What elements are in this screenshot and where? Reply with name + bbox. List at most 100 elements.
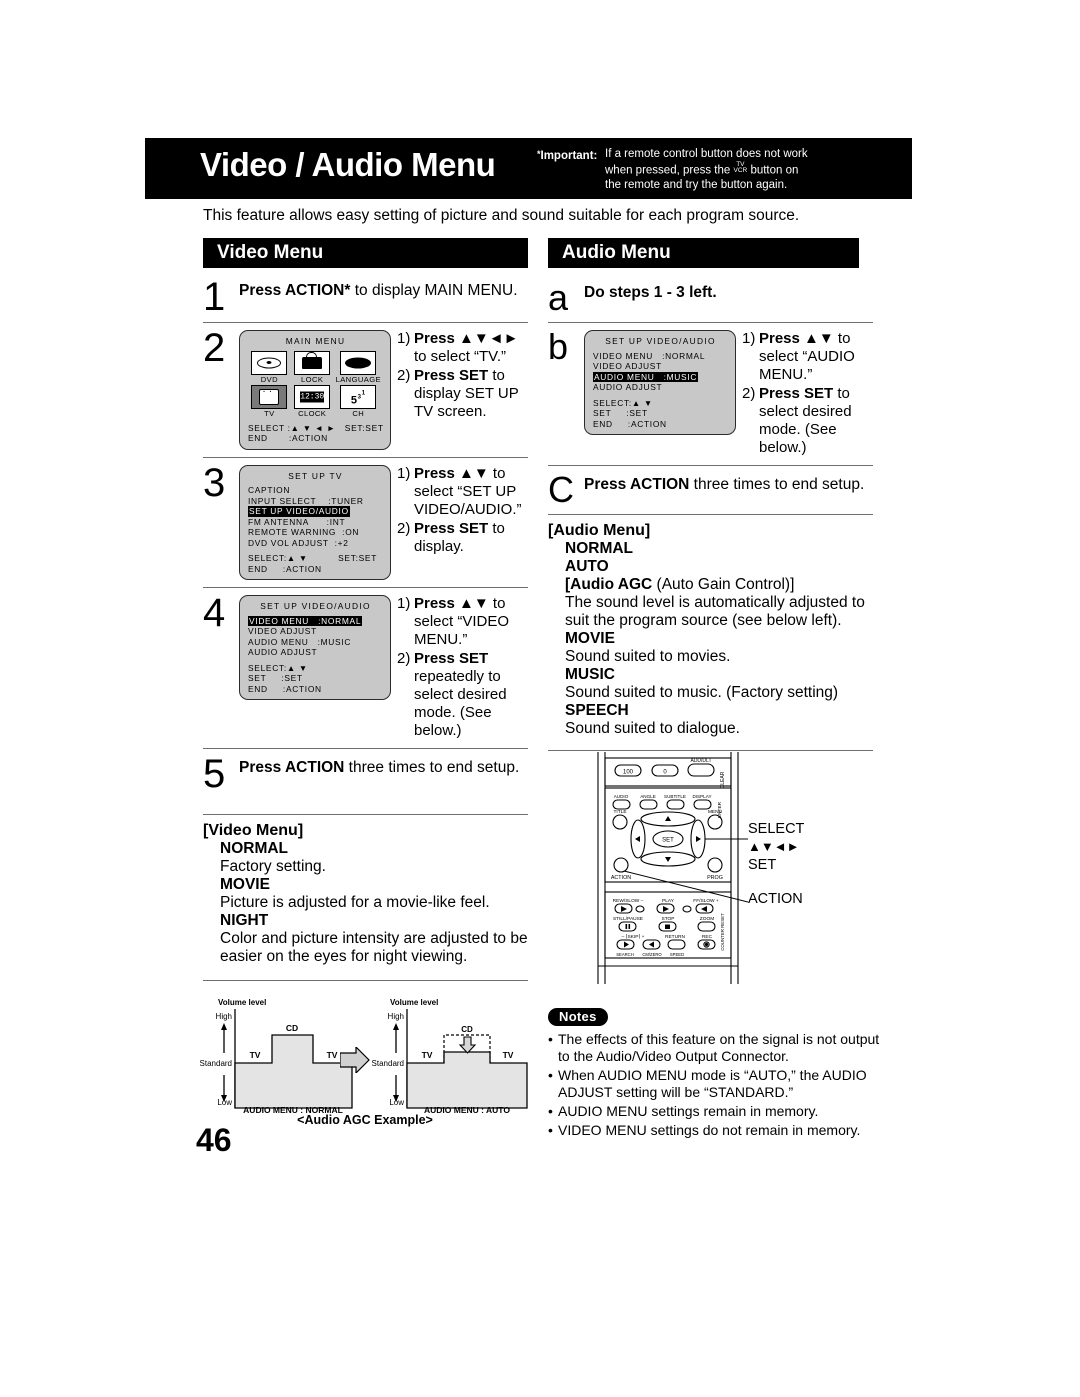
language-icon — [345, 357, 372, 368]
screen-footer-3: END :ACTION — [248, 683, 322, 694]
agc-chart-normal: Volume level High Standard Low TV CD TV … — [200, 995, 355, 1118]
tv-icon — [259, 387, 280, 405]
bullet-icon: • — [548, 1122, 553, 1138]
btn-subtitle[interactable] — [666, 799, 685, 810]
mode-name: NIGHT — [220, 912, 269, 929]
menu-item-ch[interactable]: 531 CH — [336, 384, 381, 418]
lock-icon — [302, 351, 323, 369]
btn-display[interactable] — [693, 799, 712, 810]
btn-display-label: DISPLAY — [692, 794, 711, 799]
btn-still-pause[interactable] — [618, 921, 637, 932]
btn-ff-label: FF/SLOW + — [693, 898, 719, 904]
remote-control-diagram: 100 0 ADD/DLT CLEAR AUDIO ANGLE SUBTITLE… — [588, 752, 749, 989]
screen-row[interactable]: FM ANTENNA :INT — [248, 517, 383, 528]
btn-angle[interactable] — [639, 799, 658, 810]
screen-row-selected[interactable]: SET UP VIDEO/AUDIO — [248, 506, 383, 517]
screen-row[interactable]: VIDEO ADJUST — [593, 361, 728, 372]
btn-stop-label: STOP — [662, 916, 675, 922]
manual-page: Video / Audio Menu *Important: If a remo… — [0, 0, 1080, 1397]
callout-select: SELECT — [748, 821, 805, 837]
screen-title: SET UP TV — [288, 470, 343, 481]
menu-item-lock[interactable]: LOCK — [293, 350, 332, 384]
btn-zoom[interactable] — [697, 921, 716, 932]
screen-row[interactable]: DVD VOL ADJUST :+2 — [248, 538, 383, 549]
divider — [203, 748, 528, 749]
btn-action-label: ACTION — [611, 875, 631, 881]
mode-name: MOVIE — [565, 630, 615, 647]
right-arrow-icon — [696, 836, 701, 842]
screen-row[interactable]: INPUT SELECT :TUNER — [248, 496, 383, 507]
menu-label: LOCK — [301, 374, 324, 384]
agc-axis-title: Volume level — [390, 998, 438, 1007]
btn-return[interactable] — [667, 939, 686, 950]
audio-agc-label: [Audio AGC (Auto Gain Control)] — [565, 576, 795, 593]
step-b-number: b — [548, 326, 569, 367]
agc-seg2-label: CD — [286, 1023, 298, 1033]
menu-item-tv[interactable]: TV — [250, 384, 289, 418]
step-4-instructions: 1) Press ▲▼ to select “VIDEO MENU.” 2) P… — [397, 595, 528, 741]
screen-row[interactable]: VIDEO ADJUST — [248, 626, 383, 637]
btn-title[interactable] — [612, 814, 628, 830]
setup-video-audio-screen-audio: SET UP VIDEO/AUDIO VIDEO MENU :NORMAL VI… — [584, 330, 736, 435]
divider — [548, 514, 873, 515]
btn-search-label: SEARCH — [616, 952, 633, 957]
setup-video-audio-screen: SET UP VIDEO/AUDIO VIDEO MENU :NORMAL VI… — [239, 595, 391, 700]
note-item: • VIDEO MENU settings do not remain in m… — [548, 1122, 861, 1138]
btn-rew-small[interactable] — [635, 905, 645, 913]
callout-action: ACTION — [748, 891, 803, 907]
screen-footer-2: SET :SET — [248, 673, 303, 683]
step-4: 4 SET UP VIDEO/AUDIO VIDEO MENU :NORMAL … — [203, 591, 528, 741]
notes-block: Notes • The effects of this feature on t… — [548, 1008, 883, 1139]
disc-icon — [257, 357, 282, 368]
step-1: 1 Press ACTION* to display MAIN MENU. — [203, 275, 528, 319]
menu-item-language[interactable]: LANGUAGE — [336, 350, 381, 384]
desc-heading: [Video Menu] — [203, 822, 304, 839]
audio-menu-section-header: Audio Menu — [548, 238, 859, 268]
btn-prog[interactable] — [707, 857, 723, 873]
screen-row[interactable]: CAPTION — [248, 485, 383, 496]
screen-row-selected[interactable]: VIDEO MENU :NORMAL — [248, 615, 383, 626]
play-icon — [663, 906, 669, 912]
step-4-number: 4 — [203, 591, 226, 635]
menu-item-clock[interactable]: 12:30 CLOCK — [293, 384, 332, 418]
btn-title-label: TITLE — [613, 809, 626, 815]
mode-desc: Color and picture intensity are adjusted… — [220, 930, 528, 965]
skip-fwd-icon — [649, 941, 654, 948]
screen-row-selected[interactable]: AUDIO MENU :MUSIC — [593, 371, 728, 382]
channel-icon: 531 — [350, 389, 366, 406]
btn-cmzero-label: CM/ZERO — [642, 952, 662, 957]
screen-row[interactable]: AUDIO MENU :MUSIC — [248, 637, 383, 648]
callout-arrows: ▲▼◄► — [748, 839, 800, 854]
btn-menu[interactable] — [707, 814, 723, 830]
btn-action[interactable] — [613, 857, 629, 873]
screen-row[interactable]: AUDIO ADJUST — [248, 647, 383, 658]
menu-item-dvd[interactable]: DVD — [250, 350, 289, 384]
btn-ff-small[interactable] — [682, 905, 692, 913]
step-b-instructions: 1) Press ▲▼ to select “AUDIO MENU.” 2) P… — [742, 330, 873, 458]
btn-audio-label: AUDIO — [614, 794, 629, 799]
bullet-icon: • — [548, 1031, 553, 1047]
screen-title: SET UP VIDEO/AUDIO — [260, 601, 371, 611]
screen-row[interactable]: AUDIO ADJUST — [593, 382, 728, 393]
step-5: 5 Press ACTION three times to end setup. — [203, 754, 528, 794]
btn-audio[interactable] — [612, 799, 631, 810]
instruction-line: 2) Press SET to display SET UP TV screen… — [397, 367, 519, 420]
divider — [203, 456, 528, 458]
audio-menu-column: a Do steps 1 - 3 left. b SET UP VIDEO/AU… — [548, 275, 873, 758]
up-arrow-icon — [665, 816, 671, 821]
screen-footer-1: SELECT :▲ ▼ ◄ ► SET:SET — [248, 422, 384, 433]
step-2-instructions: 1) Press ▲▼◄► to select “TV.” 2) Press S… — [397, 330, 528, 422]
agc-reduction-arrow-icon — [458, 1036, 477, 1054]
screen-footer-3: END :ACTION — [593, 418, 667, 429]
agc-axis-title: Volume level — [218, 998, 266, 1007]
screen-row[interactable]: VIDEO MENU :NORMAL — [593, 351, 728, 362]
step-c-text: Press ACTION three times to end setup. — [584, 476, 865, 493]
instruction-line: 1) Press ▲▼◄► to select “TV.” — [397, 330, 519, 365]
screen-row[interactable]: REMOTE WARNING :ON — [248, 527, 383, 538]
language-icon-box — [340, 350, 377, 375]
instruction-line: 2) Press SET to select desired mode. (Se… — [742, 385, 852, 456]
step-1-number: 1 — [203, 275, 226, 319]
step-c: C Press ACTION three times to end setup. — [548, 472, 873, 508]
btn-add-dlt[interactable] — [687, 763, 715, 777]
remote-svg: 100 0 ADD/DLT CLEAR AUDIO ANGLE SUBTITLE… — [597, 752, 749, 984]
